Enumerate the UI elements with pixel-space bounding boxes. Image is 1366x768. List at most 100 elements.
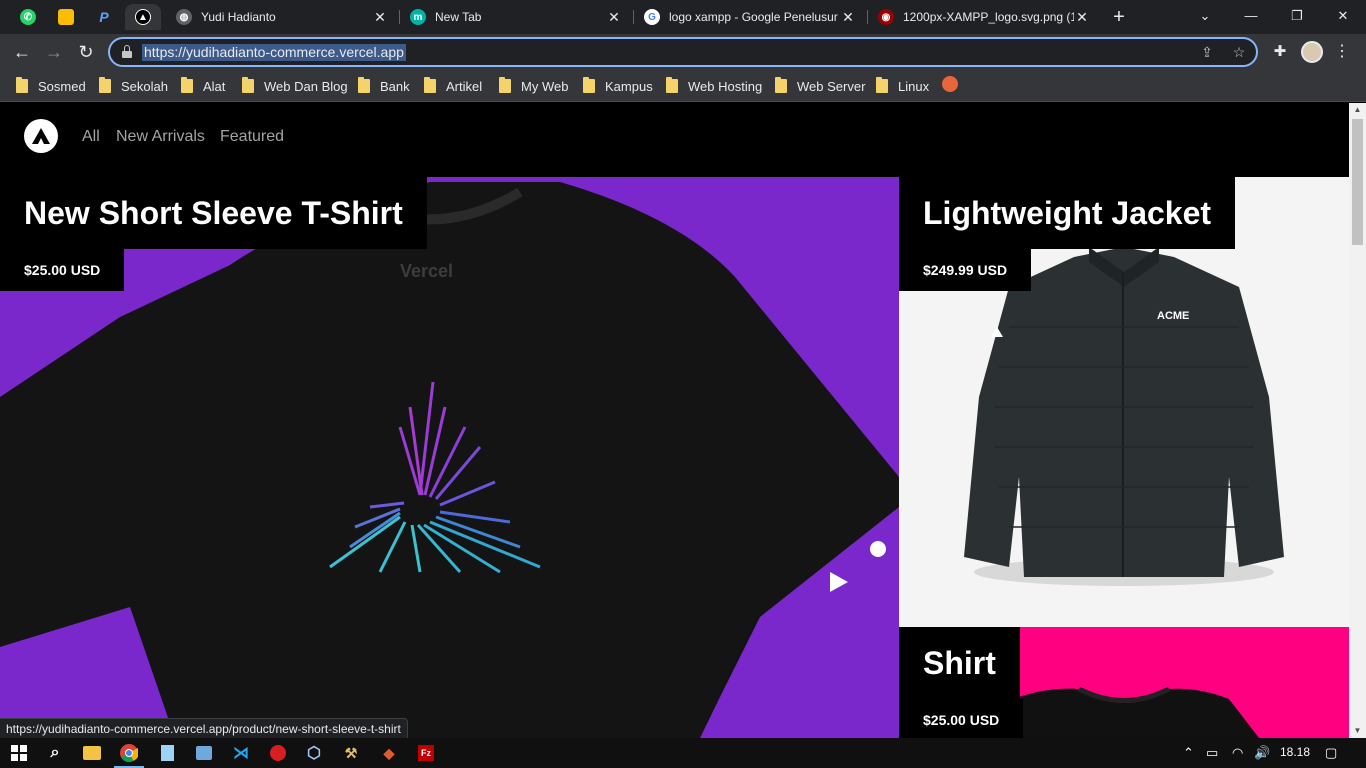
folder-icon — [99, 77, 111, 93]
tab-new-tab[interactable]: m New Tab ✕ — [400, 4, 632, 30]
tab-google-search[interactable]: G logo xampp - Google Penelusur ✕ — [634, 4, 866, 30]
folder-icon — [16, 77, 28, 93]
git-icon[interactable]: ◆ — [378, 742, 400, 764]
scroll-thumb[interactable] — [1352, 119, 1363, 245]
mendeley-icon[interactable] — [267, 742, 289, 764]
xampp-icon[interactable]: ⚒ — [340, 742, 362, 764]
store-logo-icon[interactable] — [24, 119, 58, 153]
bookmark-folder-web-dan-blog[interactable]: Web Dan Blog — [242, 76, 348, 96]
bookmark-folder-kampus[interactable]: Kampus — [583, 76, 653, 96]
acme-store-icon: ▲ — [135, 9, 151, 25]
tab-xampp-image[interactable]: ◉ 1200px-XAMPP_logo.svg.png (1 ✕ — [868, 4, 1100, 30]
nav-link-all[interactable]: All — [82, 128, 100, 146]
product-price: $25.00 USD — [0, 249, 125, 291]
search-icon[interactable]: ⌕ — [44, 742, 66, 764]
product-card-shirt[interactable]: Shirt $25.00 USD — [899, 627, 1349, 738]
tray-overflow-chevron-icon[interactable]: ⌃ — [1183, 745, 1194, 761]
product-title: Lightweight Jacket — [899, 177, 1236, 249]
acme-print-text: ACME — [1157, 310, 1190, 322]
scroll-down-arrow-icon[interactable]: ▼ — [1349, 724, 1366, 738]
close-icon[interactable]: ✕ — [1074, 9, 1090, 26]
close-icon[interactable]: ✕ — [840, 9, 856, 26]
browser-window: ✆ P ▲ ◍ Yudi Hadianto ✕ m New Tab ✕ G lo… — [0, 0, 1366, 768]
forward-button[interactable]: → — [42, 40, 66, 64]
tab-search-button[interactable]: ⌄ — [1182, 0, 1228, 32]
file-explorer-icon[interactable] — [81, 742, 103, 764]
bookmark-folder-sekolah[interactable]: Sekolah — [99, 76, 168, 96]
notepad-icon[interactable] — [156, 742, 178, 764]
nav-link-featured[interactable]: Featured — [220, 128, 284, 146]
product-title: New Short Sleeve T-Shirt — [0, 177, 427, 249]
taskbar-clock[interactable]: 18.18 — [1280, 745, 1310, 759]
scroll-up-arrow-icon[interactable]: ▲ — [1349, 103, 1366, 117]
bookmark-folder-artikel[interactable]: Artikel — [424, 76, 482, 96]
restore-button[interactable]: ❐ — [1274, 0, 1320, 32]
avatar[interactable] — [1301, 41, 1323, 63]
close-icon[interactable]: ✕ — [606, 9, 622, 26]
share-icon[interactable]: ⇪ — [1198, 43, 1216, 61]
back-button[interactable]: ← — [10, 40, 34, 64]
wifi-icon[interactable]: ◠ — [1232, 745, 1243, 761]
close-icon[interactable]: ✕ — [372, 9, 388, 26]
extensions-puzzle-icon[interactable]: ✚ — [1270, 42, 1290, 62]
product-card-jacket[interactable]: ACME Lightweight Jacket $249.99 USD — [899, 177, 1349, 627]
folder-icon — [424, 77, 436, 93]
bookmark-label: My Web — [521, 78, 569, 94]
chrome-icon[interactable] — [118, 742, 140, 764]
bookmark-folder-my-web[interactable]: My Web — [499, 76, 568, 96]
nav-link-new-arrivals[interactable]: New Arrivals — [116, 128, 205, 146]
vscode-icon[interactable]: ⋊ — [230, 742, 252, 764]
folder-icon — [583, 77, 595, 93]
product-title: Shirt — [899, 627, 1020, 699]
pinned-tab-keep[interactable] — [48, 4, 84, 30]
product-card-t-shirt[interactable]: Vercel New Short Sleeve T-Shirt $25.00 U… — [0, 177, 899, 738]
folder-icon — [181, 77, 193, 93]
bookmark-extension-icon[interactable] — [942, 76, 958, 92]
bookmark-folder-linux[interactable]: Linux — [876, 76, 929, 96]
m-icon: m — [410, 9, 426, 25]
bookmark-label: Alat — [203, 78, 226, 94]
bookmark-folder-sosmed[interactable]: Sosmed — [16, 76, 86, 96]
bookmark-label: Web Dan Blog — [264, 78, 348, 94]
bookmarks-bar: Sosmed Sekolah Alat Web Dan Blog Bank Ar… — [0, 70, 1366, 102]
bookmark-label: Linux — [898, 78, 930, 94]
bookmark-folder-web-hosting[interactable]: Web Hosting — [666, 76, 762, 96]
pinned-tab-acme-store[interactable]: ▲ — [125, 4, 161, 30]
bookmark-label: Sosmed — [38, 78, 86, 94]
pinned-tab-pp[interactable]: P — [86, 4, 122, 30]
bookmark-folder-bank[interactable]: Bank — [358, 76, 410, 96]
bookmark-folder-web-server[interactable]: Web Server — [775, 76, 865, 96]
pinned-tab-whatsapp[interactable]: ✆ — [10, 4, 46, 30]
bookmark-folder-alat[interactable]: Alat — [181, 76, 225, 96]
tab-yudi-hadianto[interactable]: ◍ Yudi Hadianto ✕ — [166, 4, 398, 30]
page-scrollbar[interactable]: ▲ ▼ — [1349, 103, 1366, 738]
control-panel-icon[interactable] — [193, 742, 215, 764]
keep-icon — [58, 9, 74, 25]
link-status-bubble: https://yudihadianto-commerce.vercel.app… — [0, 718, 408, 738]
reload-button[interactable]: ↻ — [74, 40, 98, 64]
url-text[interactable]: https://yudihadianto-commerce.vercel.app — [142, 44, 406, 61]
volume-icon[interactable]: 🔊 — [1254, 745, 1270, 761]
bookmark-star-icon[interactable]: ☆ — [1230, 43, 1248, 61]
battery-icon[interactable]: ▭ — [1206, 745, 1218, 761]
folder-icon — [876, 77, 888, 93]
folder-icon — [775, 77, 787, 93]
lock-icon[interactable] — [122, 45, 132, 59]
notification-center-icon[interactable]: ▢ — [1325, 745, 1337, 761]
bookmark-label: Bank — [380, 78, 410, 94]
vercel-print-text: Vercel — [400, 261, 454, 281]
filezilla-icon[interactable]: Fz — [415, 742, 437, 764]
windows-start-icon[interactable] — [8, 742, 30, 764]
folder-icon — [242, 77, 254, 93]
close-window-button[interactable]: ✕ — [1320, 0, 1366, 32]
bookmark-label: Sekolah — [121, 78, 168, 94]
minimize-button[interactable]: — — [1228, 0, 1274, 32]
product-price: $249.99 USD — [899, 249, 1032, 291]
address-bar[interactable]: https://yudihadianto-commerce.vercel.app… — [108, 37, 1258, 67]
menu-kebab-icon[interactable]: ⋮ — [1334, 41, 1350, 63]
virtualbox-icon[interactable]: ⬡ — [303, 742, 325, 764]
tab-title: 1200px-XAMPP_logo.svg.png (1 — [903, 10, 1074, 24]
store-page: All New Arrivals Featured Vercel New Sho… — [0, 103, 1349, 738]
new-tab-button[interactable]: + — [1108, 6, 1130, 28]
google-icon: G — [644, 9, 660, 25]
